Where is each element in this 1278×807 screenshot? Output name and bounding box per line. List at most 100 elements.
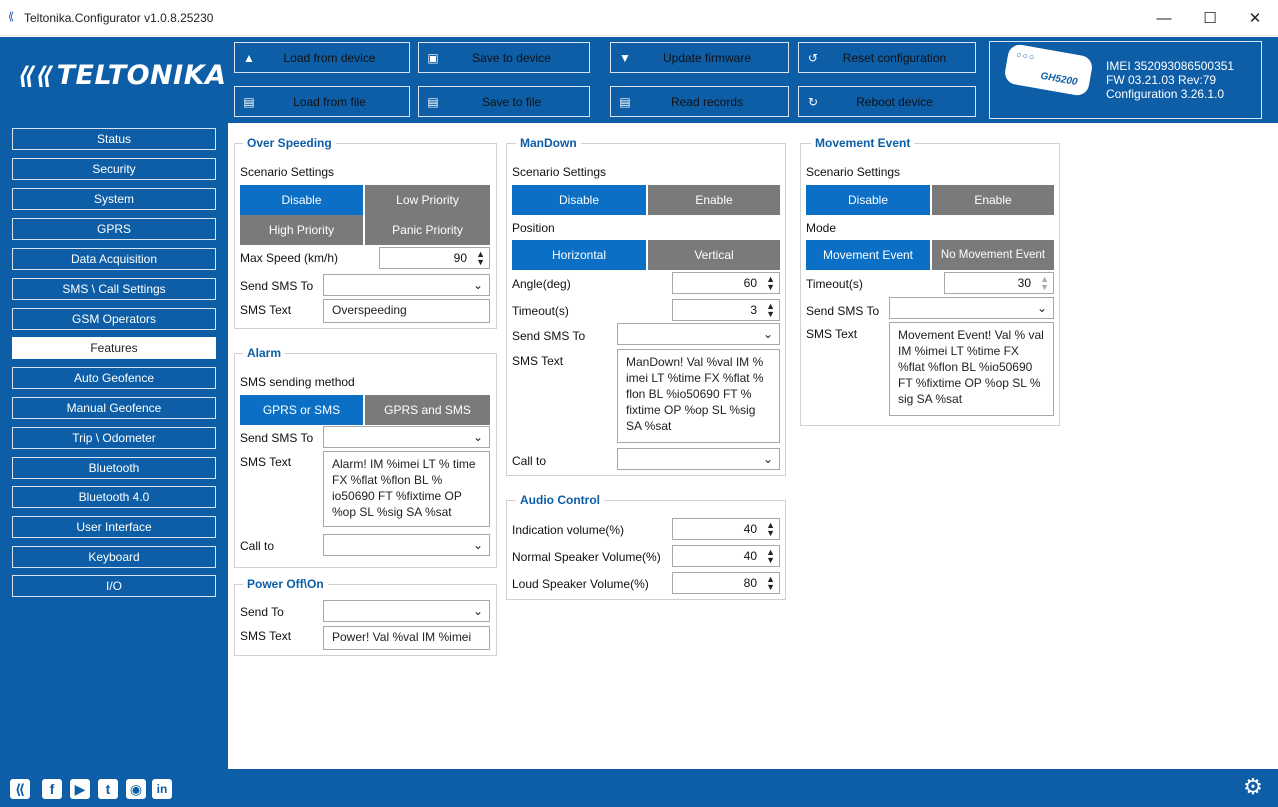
- sidebar-item-status[interactable]: Status: [12, 128, 216, 150]
- minimize-button[interactable]: —: [1141, 0, 1187, 36]
- linkedin-icon[interactable]: in: [152, 779, 172, 799]
- read-records-button[interactable]: ▤ Read records: [610, 86, 789, 117]
- twitter-icon[interactable]: t: [98, 779, 118, 799]
- mandown-timeout-input[interactable]: 3 ▲ ▼: [672, 299, 780, 321]
- load-from-device-button[interactable]: ▲ Load from device: [234, 42, 410, 73]
- sidebar-item-io[interactable]: I/O: [12, 575, 216, 597]
- instagram-icon[interactable]: ◉: [126, 779, 146, 799]
- scenario-settings-label: Scenario Settings: [512, 165, 607, 179]
- movement-disable-button[interactable]: Disable: [806, 185, 930, 215]
- mandown-call-to-select[interactable]: ⌄: [617, 448, 780, 470]
- title-bar: ⟪ Teltonika.Configurator v1.0.8.25230 — …: [0, 0, 1278, 36]
- reset-icon: ↺: [807, 50, 819, 65]
- overspeed-disable-button[interactable]: Disable: [240, 185, 363, 215]
- sidebar-item-features[interactable]: Features: [12, 337, 216, 359]
- sidebar-item-auto-geofence[interactable]: Auto Geofence: [12, 367, 216, 389]
- normal-speaker-volume-input[interactable]: 40 ▲ ▼: [672, 545, 780, 567]
- teltonika-logo: ⟪⟪ TELTONIKA: [18, 60, 227, 91]
- angle-input[interactable]: 60 ▲ ▼: [672, 272, 780, 294]
- max-speed-label: Max Speed (km/h): [240, 251, 339, 265]
- alarm-gprs-or-sms-button[interactable]: GPRS or SMS: [240, 395, 363, 425]
- mandown-sms-text-input[interactable]: ManDown! Val %val IM % imei LT %time FX …: [617, 349, 780, 443]
- spinner-icon[interactable]: ▲ ▼: [766, 548, 775, 565]
- loud-speaker-volume-label: Loud Speaker Volume(%): [512, 577, 649, 591]
- movement-timeout-input[interactable]: 30 ▲ ▼: [944, 272, 1054, 294]
- mandown-send-sms-to-select[interactable]: ⌄: [617, 323, 780, 345]
- sidebar-item-system[interactable]: System: [12, 188, 216, 210]
- update-firmware-button[interactable]: ▼ Update firmware: [610, 42, 789, 73]
- overspeed-low-priority-button[interactable]: Low Priority: [365, 185, 490, 215]
- spinner-icon[interactable]: ▲ ▼: [766, 275, 775, 292]
- sidebar-item-bluetooth[interactable]: Bluetooth: [12, 457, 216, 479]
- youtube-icon[interactable]: ▶: [70, 779, 90, 799]
- maximize-button[interactable]: ☐: [1187, 0, 1233, 36]
- reset-configuration-button[interactable]: ↺ Reset configuration: [798, 42, 976, 73]
- alarm-call-to-select[interactable]: ⌄: [323, 534, 490, 556]
- device-imei: IMEI 352093086500351: [1106, 59, 1235, 73]
- spinner-icon[interactable]: ▲ ▼: [766, 302, 775, 319]
- indication-volume-input[interactable]: 40 ▲ ▼: [672, 518, 780, 540]
- alarm-sms-text-input[interactable]: Alarm! IM %imei LT % time FX %flat %flon…: [323, 451, 490, 527]
- close-button[interactable]: ✕: [1232, 0, 1278, 36]
- sidebar-item-trip-odometer[interactable]: Trip \ Odometer: [12, 427, 216, 449]
- overspeed-high-priority-button[interactable]: High Priority: [240, 215, 363, 245]
- reboot-device-button[interactable]: ↻ Reboot device: [798, 86, 976, 117]
- alarm-send-sms-to-select[interactable]: ⌄: [323, 426, 490, 448]
- sms-text-label: SMS Text: [240, 455, 292, 469]
- over-speeding-title: Over Speeding: [243, 136, 336, 150]
- sms-text-label: SMS Text: [240, 303, 292, 317]
- teltonika-icon[interactable]: ⟪: [10, 779, 30, 799]
- movement-enable-button[interactable]: Enable: [932, 185, 1054, 215]
- records-icon: ▤: [619, 94, 631, 109]
- sidebar-item-gsm-operators[interactable]: GSM Operators: [12, 308, 216, 330]
- facebook-icon[interactable]: f: [42, 779, 62, 799]
- sidebar-item-manual-geofence[interactable]: Manual Geofence: [12, 397, 216, 419]
- sidebar-item-bluetooth-4[interactable]: Bluetooth 4.0: [12, 486, 216, 508]
- power-sms-text-input[interactable]: Power! Val %val IM %imei: [323, 626, 490, 650]
- send-sms-to-label: Send SMS To: [240, 431, 314, 445]
- movement-sms-text-input[interactable]: Movement Event! Val % val IM %imei LT %t…: [889, 322, 1054, 416]
- sidebar-item-data-acquisition[interactable]: Data Acquisition: [12, 248, 216, 270]
- mandown-horizontal-button[interactable]: Horizontal: [512, 240, 646, 270]
- mode-movement-event-button[interactable]: Movement Event: [806, 240, 930, 270]
- spinner-icon[interactable]: ▲ ▼: [476, 250, 485, 267]
- position-label: Position: [512, 221, 555, 235]
- sms-text-label: SMS Text: [240, 629, 292, 643]
- spinner-icon[interactable]: ▲ ▼: [766, 521, 775, 538]
- sms-text-label: SMS Text: [806, 327, 858, 341]
- chevron-down-icon: ⌄: [472, 604, 483, 618]
- alarm-gprs-and-sms-button[interactable]: GPRS and SMS: [365, 395, 490, 425]
- power-send-to-select[interactable]: ⌄: [323, 600, 490, 622]
- gear-icon[interactable]: ⚙: [1240, 774, 1266, 800]
- load-from-file-button[interactable]: ▤ Load from file: [234, 86, 410, 117]
- file-load-icon: ▤: [243, 94, 255, 109]
- save-to-device-button[interactable]: ▣ Save to device: [418, 42, 590, 73]
- loud-speaker-volume-input[interactable]: 80 ▲ ▼: [672, 572, 780, 594]
- scenario-settings-label: Scenario Settings: [240, 165, 335, 179]
- angle-label: Angle(deg): [512, 277, 571, 291]
- sms-text-input[interactable]: Overspeeding: [323, 299, 490, 323]
- mandown-vertical-button[interactable]: Vertical: [648, 240, 780, 270]
- sidebar-item-user-interface[interactable]: User Interface: [12, 516, 216, 538]
- upload-icon: ▲: [243, 50, 255, 65]
- indication-volume-label: Indication volume(%): [512, 523, 625, 537]
- movement-event-title: Movement Event: [811, 136, 915, 150]
- mode-no-movement-event-button[interactable]: No Movement Event: [932, 240, 1054, 270]
- spinner-icon[interactable]: ▲ ▼: [766, 575, 775, 592]
- sidebar-item-security[interactable]: Security: [12, 158, 216, 180]
- overspeed-panic-priority-button[interactable]: Panic Priority: [365, 215, 490, 245]
- movement-send-sms-to-select[interactable]: ⌄: [889, 297, 1054, 319]
- mandown-enable-button[interactable]: Enable: [648, 185, 780, 215]
- max-speed-input[interactable]: 90 ▲ ▼: [379, 247, 490, 269]
- sidebar-item-keyboard[interactable]: Keyboard: [12, 546, 216, 568]
- timeout-label: Timeout(s): [512, 304, 569, 318]
- mandown-disable-button[interactable]: Disable: [512, 185, 646, 215]
- file-save-icon: ▤: [427, 94, 439, 109]
- send-to-label: Send To: [240, 605, 284, 619]
- spinner-icon[interactable]: ▲ ▼: [1040, 275, 1049, 292]
- sidebar-item-sms-call-settings[interactable]: SMS \ Call Settings: [12, 278, 216, 300]
- send-sms-to-select[interactable]: ⌄: [323, 274, 490, 296]
- sms-sending-method-label: SMS sending method: [240, 375, 355, 389]
- save-to-file-button[interactable]: ▤ Save to file: [418, 86, 590, 117]
- sidebar-item-gprs[interactable]: GPRS: [12, 218, 216, 240]
